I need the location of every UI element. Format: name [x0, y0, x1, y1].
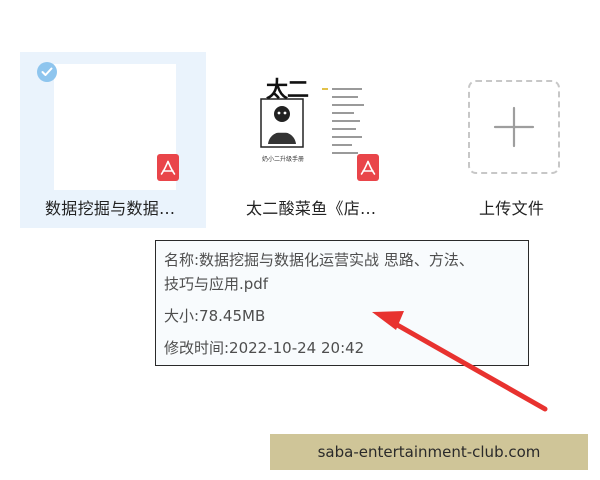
- table-of-contents: [322, 88, 364, 154]
- file-info-tooltip: 名称:数据挖掘与数据化运营实战 思路、方法、 技巧与应用.pdf 大小:78.4…: [155, 240, 529, 366]
- file-name-label: 数据挖掘与数据...: [45, 199, 176, 218]
- tooltip-modified: 修改时间:2022-10-24 20:42: [164, 339, 365, 357]
- watermark-banner: saba-entertainment-club.com: [270, 434, 588, 470]
- tooltip-name-line2: 技巧与应用.pdf: [164, 275, 269, 293]
- upload-label[interactable]: 上传文件: [479, 195, 544, 219]
- cover-illustration: [260, 98, 304, 148]
- watermark-text: saba-entertainment-club.com: [317, 443, 541, 461]
- upload-button[interactable]: [468, 80, 560, 174]
- checkmark-icon[interactable]: [37, 62, 57, 82]
- file-tile-data-mining[interactable]: 数据挖掘与数据...: [20, 52, 206, 228]
- pdf-icon: [157, 154, 179, 181]
- file-name-label: 太二酸菜鱼《店...: [246, 199, 377, 218]
- tooltip-size: 大小:78.45MB: [164, 307, 266, 325]
- file-tile-taier[interactable]: 太二 奶小二升级手册 太二酸菜鱼《店...: [230, 52, 416, 228]
- tooltip-name-line1: 名称:数据挖掘与数据化运营实战 思路、方法、: [164, 251, 474, 269]
- plus-icon: [493, 106, 535, 148]
- pdf-icon: [357, 154, 379, 181]
- cover-caption: 奶小二升级手册: [262, 156, 305, 163]
